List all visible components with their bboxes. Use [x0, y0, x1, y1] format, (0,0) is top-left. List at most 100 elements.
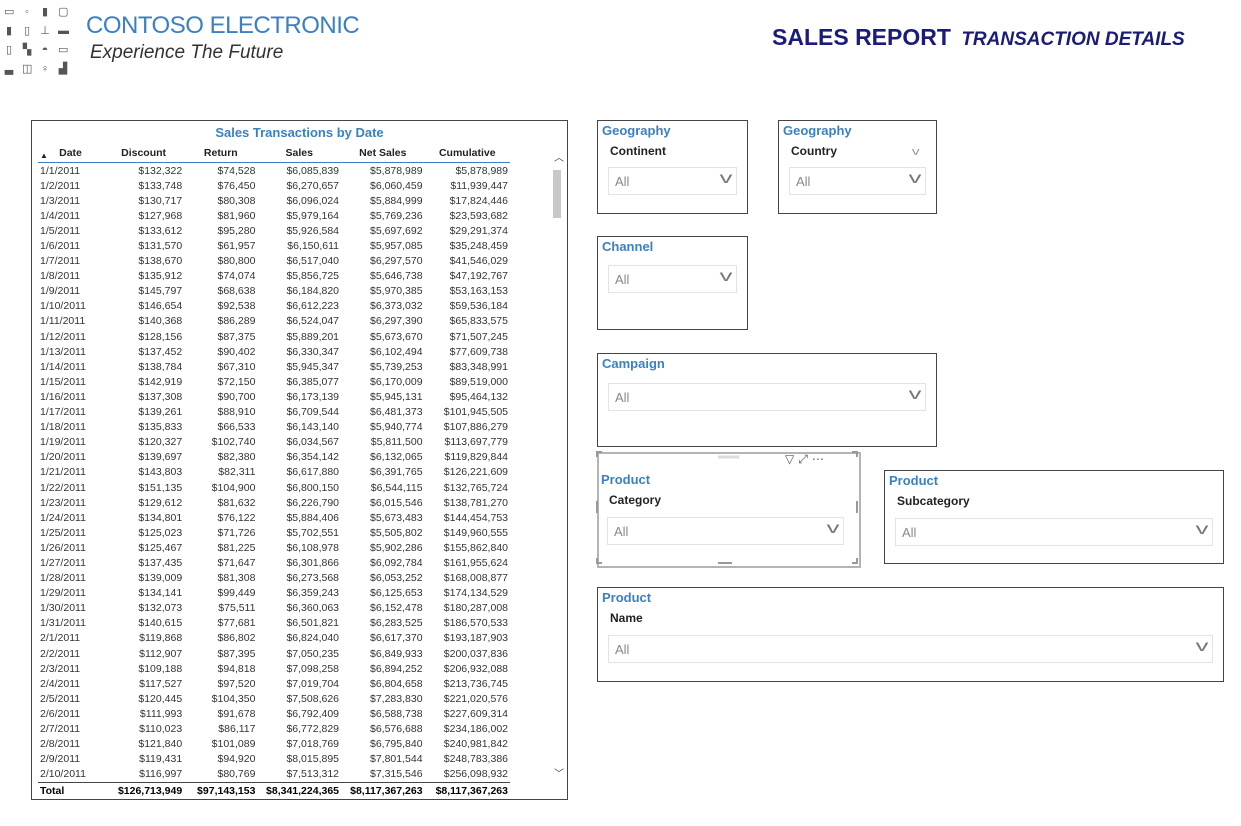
dropdown-value: All — [615, 390, 630, 405]
table-cell: $139,697 — [138, 451, 183, 464]
filter-icon[interactable]: ▽ — [785, 452, 798, 466]
column-header-cumulative[interactable]: Cumulative — [424, 143, 510, 163]
table-cell: 2/6/2011 — [40, 707, 81, 720]
table-row[interactable]: 1/4/2011 $127,968 $81,960 $5,979,164 $5,769,… — [38, 208, 510, 223]
table-row[interactable]: 2/6/2011 $111,993 $91,678 $6,792,409 $6,588,… — [38, 706, 510, 721]
resize-handle[interactable] — [856, 558, 858, 564]
table-cell: $81,960 — [217, 209, 256, 222]
table-row[interactable]: 1/9/2011 $145,797 $68,638 $6,184,820 $5,970,… — [38, 284, 510, 299]
resize-handle[interactable] — [856, 451, 858, 457]
table-cell: $86,117 — [218, 723, 256, 736]
table-cell: $6,849,933 — [369, 647, 423, 660]
table-row[interactable]: 1/25/2011 $125,023 $71,726 $5,702,551 $5,505… — [38, 525, 510, 540]
table-cell: 2/2/2011 — [40, 647, 81, 660]
table-row[interactable]: 1/28/2011 $139,009 $81,308 $6,273,568 $6,053… — [38, 571, 510, 586]
table-row[interactable]: 1/1/2011 $132,322 $74,528 $6,085,839 $5,878,… — [38, 163, 510, 179]
table-row[interactable]: 1/14/2011 $138,784 $67,310 $5,945,347 $5,739… — [38, 359, 510, 374]
total-cell: $126,713,949 — [103, 781, 185, 799]
category-dropdown[interactable]: All v — [607, 517, 844, 545]
table-row[interactable]: 1/6/2011 $131,570 $61,957 $6,150,611 $5,957,… — [38, 238, 510, 253]
table-cell: $6,060,459 — [369, 179, 423, 192]
table-row[interactable]: 2/7/2011 $110,023 $86,117 $6,772,829 $6,576,… — [38, 721, 510, 736]
table-row[interactable]: 1/13/2011 $137,452 $90,402 $6,330,347 $6,102… — [38, 344, 510, 359]
table-cell: $6,501,821 — [286, 617, 340, 630]
table-row[interactable]: 1/16/2011 $137,308 $90,700 $6,173,139 $5,945… — [38, 389, 510, 404]
focus-mode-icon[interactable]: ⤢ — [798, 452, 812, 466]
column-header-sales[interactable]: Sales — [257, 143, 342, 163]
table-row[interactable]: 2/5/2011 $120,445 $104,350 $7,508,626 $7,283… — [38, 691, 510, 706]
table-cell: $6,184,820 — [286, 285, 340, 298]
table-cell: 1/5/2011 — [40, 224, 81, 237]
table-row[interactable]: 1/12/2011 $128,156 $87,375 $5,889,201 $5,673… — [38, 329, 510, 344]
table-row[interactable]: 1/31/2011 $140,615 $77,681 $6,501,821 $6,283… — [38, 616, 510, 631]
table-row[interactable]: 1/26/2011 $125,467 $81,225 $6,108,978 $5,902… — [38, 540, 510, 555]
table-cell: 1/30/2011 — [40, 602, 86, 615]
table-row[interactable]: 1/19/2011 $120,327 $102,740 $6,034,567 $5,81… — [38, 435, 510, 450]
table-cell: $6,481,373 — [369, 406, 423, 419]
table-row[interactable]: 1/2/2011 $133,748 $76,450 $6,270,657 $6,060,… — [38, 178, 510, 193]
column-header-return[interactable]: Return — [184, 143, 258, 163]
table-cell: $149,960,555 — [443, 526, 508, 539]
table-row[interactable]: 2/10/2011 $116,997 $80,769 $7,513,312 $7,315… — [38, 767, 510, 783]
table-row[interactable]: 1/23/2011 $129,612 $81,632 $6,226,790 $6,015… — [38, 495, 510, 510]
table-row[interactable]: 1/27/2011 $137,435 $71,647 $6,301,866 $6,092… — [38, 555, 510, 570]
table-cell: $6,330,347 — [286, 345, 340, 358]
table-cell: 2/3/2011 — [40, 662, 81, 675]
table-row[interactable]: 2/8/2011 $121,840 $101,089 $7,018,769 $6,795… — [38, 737, 510, 752]
table-cell: $139,261 — [138, 406, 183, 419]
campaign-dropdown[interactable]: All v — [608, 383, 926, 411]
table-row[interactable]: 1/20/2011 $139,697 $82,380 $6,354,142 $6,132… — [38, 450, 510, 465]
resize-handle[interactable] — [856, 501, 858, 513]
column-header-net-sales[interactable]: Net Sales — [341, 143, 425, 163]
table-cell: $131,570 — [138, 240, 183, 253]
table-row[interactable]: 1/21/2011 $143,803 $82,311 $6,617,880 $6,391… — [38, 465, 510, 480]
subcategory-dropdown[interactable]: All v — [895, 518, 1213, 546]
chevron-down-icon[interactable]: v — [912, 146, 920, 158]
table-row[interactable]: 1/7/2011 $138,670 $80,800 $6,517,040 $6,297,… — [38, 254, 510, 269]
table-row[interactable]: 1/11/2011 $140,368 $86,289 $6,524,047 $6,297… — [38, 314, 510, 329]
resize-handle[interactable] — [596, 451, 598, 457]
table-row[interactable]: 2/1/2011 $119,868 $86,802 $6,824,040 $6,617,… — [38, 631, 510, 646]
table-row[interactable]: 2/9/2011 $119,431 $94,920 $8,015,895 $7,801,… — [38, 752, 510, 767]
scroll-down-icon[interactable]: ﹀ — [554, 765, 564, 780]
more-options-icon[interactable]: ⋯ — [812, 452, 828, 466]
continent-dropdown[interactable]: All v — [608, 167, 737, 195]
table-cell: $97,520 — [217, 677, 256, 690]
table-cell: $74,074 — [217, 270, 256, 283]
drag-grip-icon[interactable]: ═══ — [718, 452, 739, 463]
table-cell: $119,431 — [139, 753, 183, 766]
column-header-date[interactable]: ▲ Date — [38, 143, 104, 163]
table-cell: $6,354,142 — [286, 451, 340, 464]
table-row[interactable]: 1/10/2011 $146,654 $92,538 $6,612,223 $6,373… — [38, 299, 510, 314]
country-dropdown[interactable]: All v — [789, 167, 926, 195]
table-row[interactable]: 1/29/2011 $134,141 $99,449 $6,359,243 $6,125… — [38, 586, 510, 601]
dropdown-value: All — [796, 174, 811, 189]
slicer-group-title: Geography — [783, 123, 852, 138]
table-cell: $143,803 — [138, 466, 183, 479]
table-row[interactable]: 1/22/2011 $151,135 $104,900 $6,800,150 $6,54… — [38, 480, 510, 495]
table-row[interactable]: 2/3/2011 $109,188 $94,818 $7,098,258 $6,894,… — [38, 661, 510, 676]
column-header-discount[interactable]: Discount — [103, 143, 185, 163]
table-cell: $5,505,802 — [369, 526, 423, 539]
sales-transactions-table-visual[interactable]: Sales Transactions by Date ▲ Date Discoun… — [31, 120, 568, 800]
table-row[interactable]: 2/4/2011 $117,527 $97,520 $7,019,704 $6,804,… — [38, 676, 510, 691]
table-row[interactable]: 1/3/2011 $130,717 $80,308 $6,096,024 $5,884,… — [38, 193, 510, 208]
resize-handle[interactable] — [718, 562, 732, 564]
name-dropdown[interactable]: All v — [608, 635, 1213, 663]
table-row[interactable]: 1/17/2011 $139,261 $88,910 $6,709,544 $6,481… — [38, 405, 510, 420]
table-cell: $227,609,314 — [443, 707, 508, 720]
scroll-up-icon[interactable]: ︿ — [554, 149, 564, 164]
table-header-row: ▲ Date Discount Return Sales Net Sales Cu… — [38, 143, 510, 163]
table-row[interactable]: 1/15/2011 $142,919 $72,150 $6,385,077 $6,170… — [38, 374, 510, 389]
table-row[interactable]: 2/2/2011 $112,907 $87,395 $7,050,235 $6,849,… — [38, 646, 510, 661]
table-row[interactable]: 1/30/2011 $132,073 $75,511 $6,360,063 $6,152… — [38, 601, 510, 616]
table-cell: $120,327 — [138, 436, 183, 449]
channel-dropdown[interactable]: All v — [608, 265, 737, 293]
slicer-group-title: Channel — [602, 239, 654, 254]
table-row[interactable]: 1/8/2011 $135,912 $74,074 $5,856,725 $5,646,… — [38, 269, 510, 284]
table-row[interactable]: 1/5/2011 $133,612 $95,280 $5,926,584 $5,697,… — [38, 223, 510, 238]
table-row[interactable]: 1/18/2011 $135,833 $66,533 $6,143,140 $5,940… — [38, 420, 510, 435]
scrollbar-thumb[interactable] — [553, 170, 561, 218]
table-cell: $138,781,270 — [443, 496, 508, 509]
table-row[interactable]: 1/24/2011 $134,801 $76,122 $5,884,406 $5,673… — [38, 510, 510, 525]
